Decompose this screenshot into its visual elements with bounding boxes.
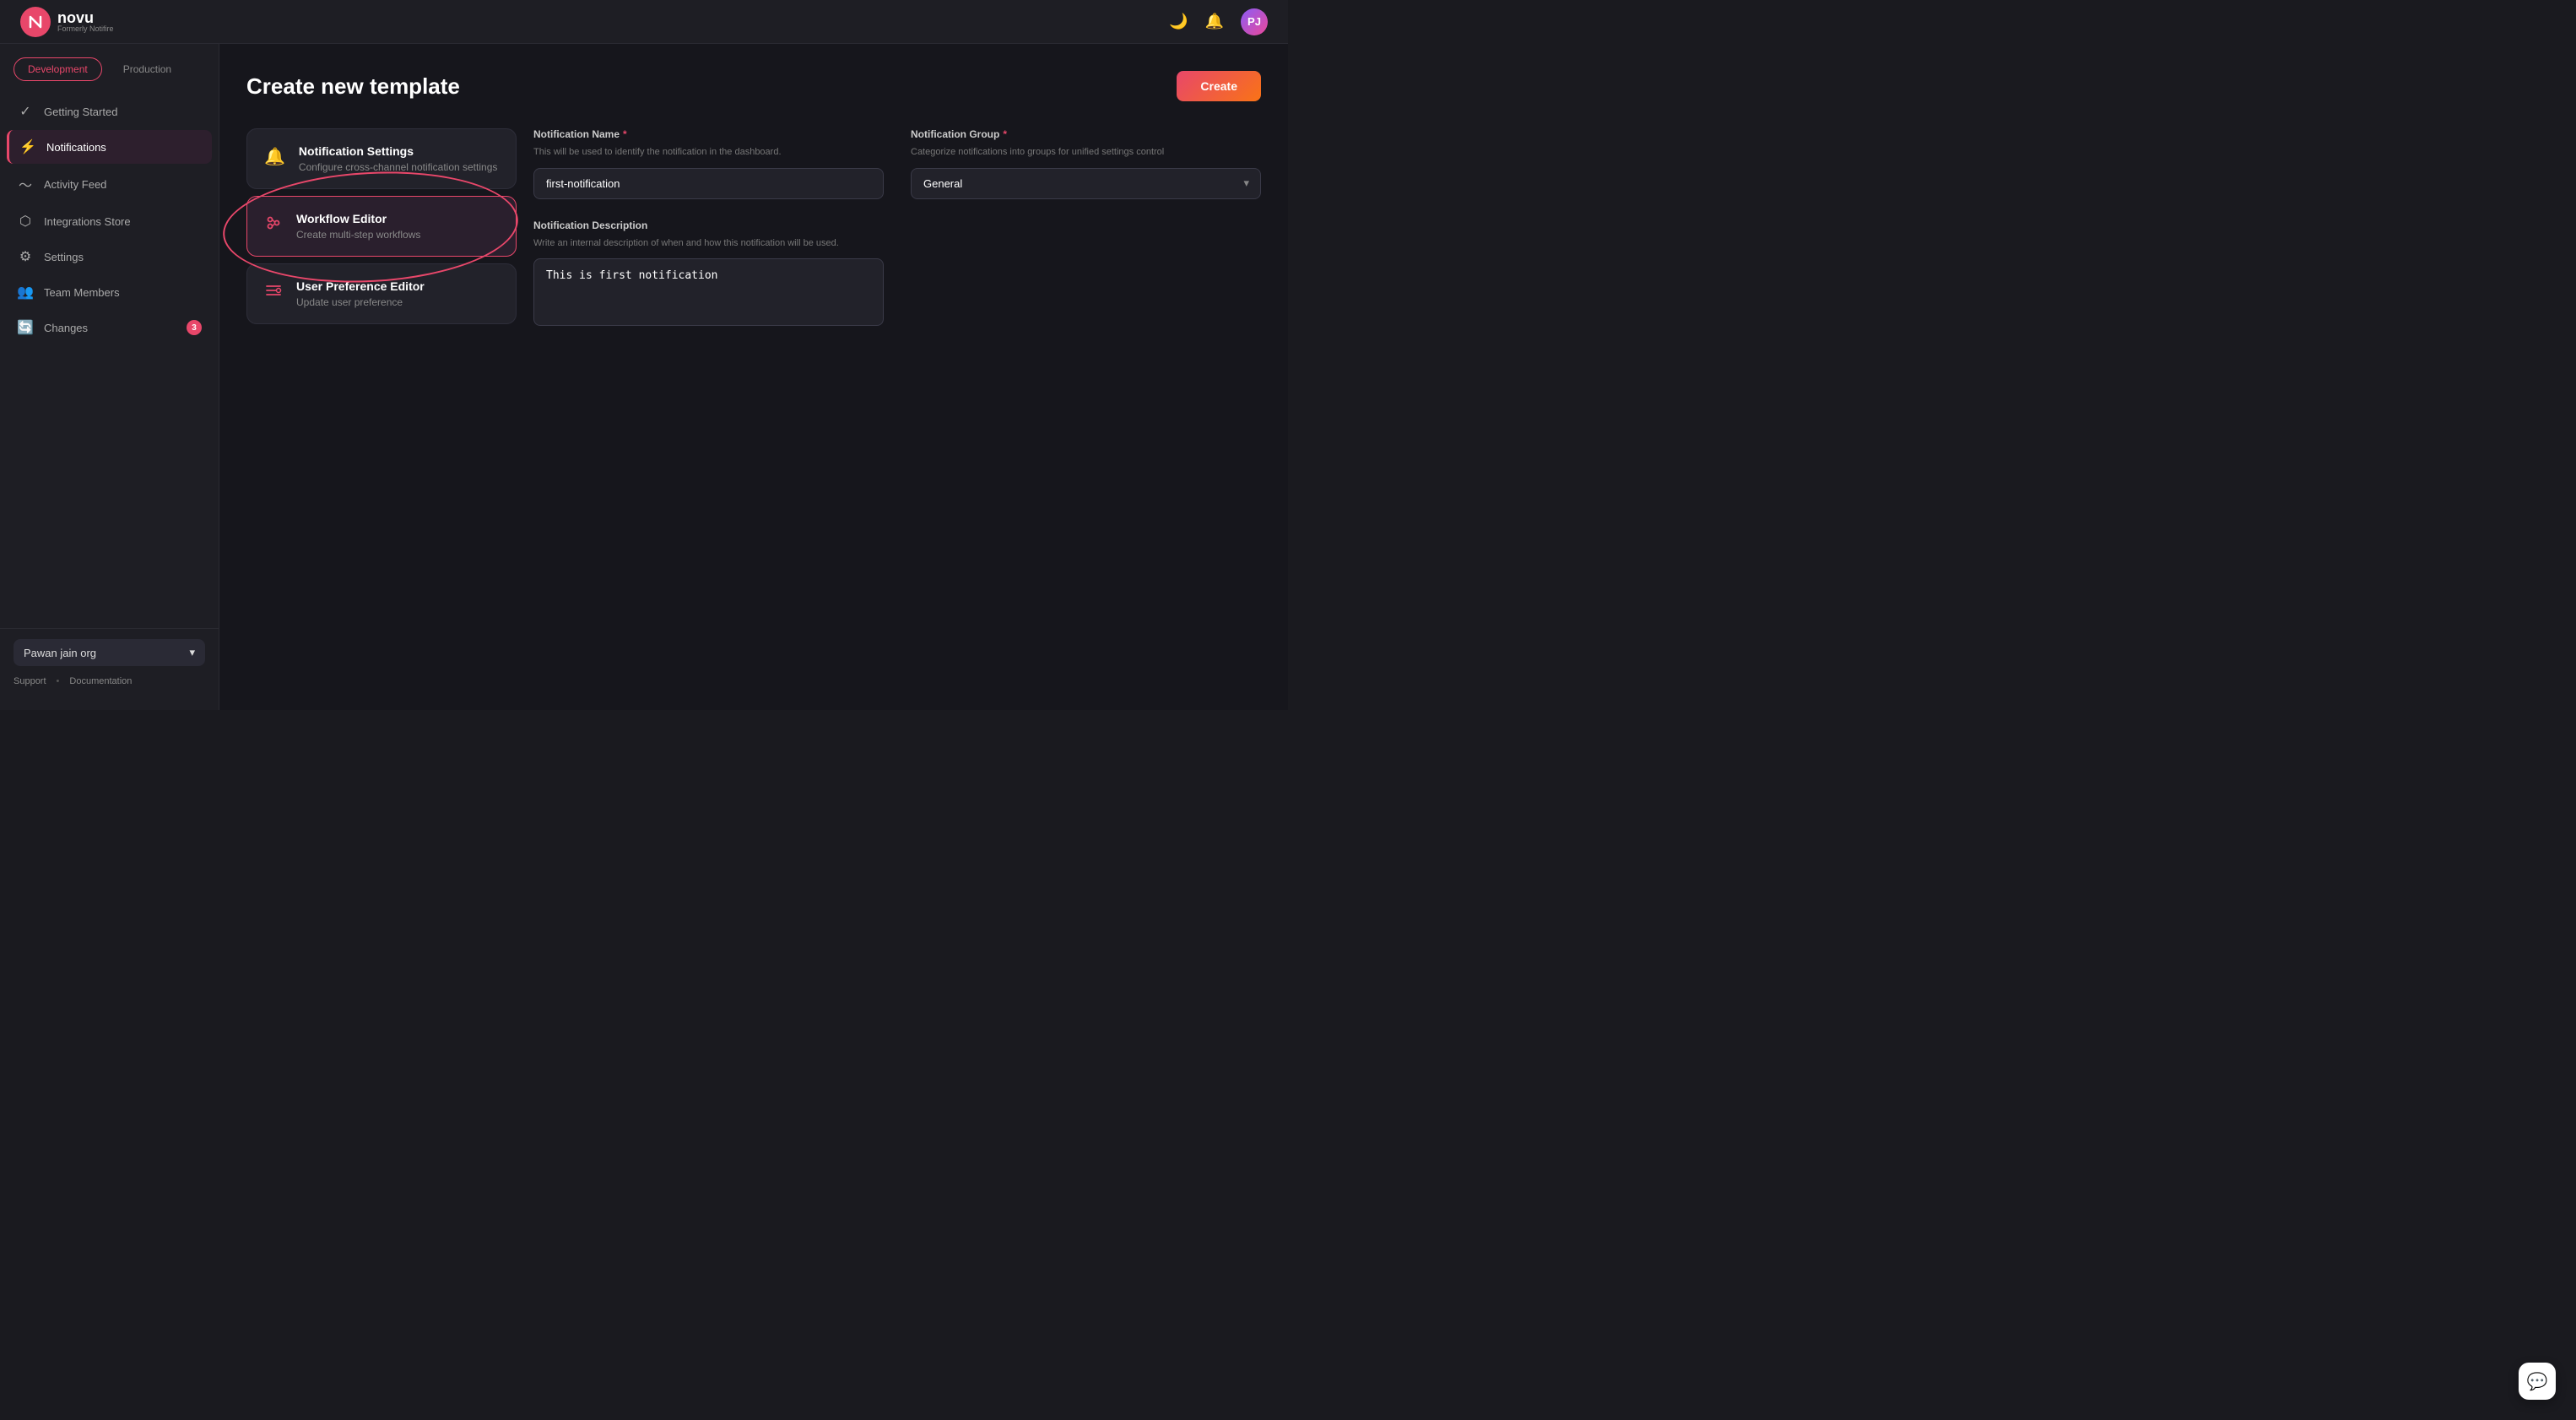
- user-preference-card[interactable]: User Preference Editor Update user prefe…: [246, 263, 517, 324]
- form-right-section: Notification Group * Categorize notifica…: [911, 128, 1261, 328]
- topnav-right: 🌙 🔔 PJ: [1169, 8, 1268, 35]
- page-title: Create new template: [246, 73, 460, 100]
- workflow-editor-card-icon: [264, 214, 283, 237]
- sidebar: Development Production ✓ Getting Started…: [0, 44, 219, 710]
- notification-settings-title: Notification Settings: [299, 144, 497, 158]
- workflow-editor-desc: Create multi-step workflows: [296, 229, 420, 241]
- workflow-editor-card-text: Workflow Editor Create multi-step workfl…: [296, 212, 420, 241]
- sidebar-links: Support • Documentation: [14, 676, 205, 686]
- notification-group-select[interactable]: General Admin Marketing Transactional: [911, 168, 1261, 199]
- settings-icon: ⚙: [17, 248, 34, 265]
- notifications-icon: ⚡: [19, 138, 36, 155]
- user-preference-card-icon: [264, 281, 283, 305]
- logo-subtitle: Formerly Notifire: [57, 25, 114, 33]
- sidebar-item-label: Activity Feed: [44, 178, 106, 191]
- getting-started-icon: ✓: [17, 103, 34, 120]
- notification-name-helper: This will be used to identify the notifi…: [533, 145, 884, 160]
- sidebar-item-team-members[interactable]: 👥 Team Members: [7, 275, 212, 309]
- integrations-icon: ⬡: [17, 213, 34, 230]
- group-required-indicator: *: [1003, 128, 1007, 140]
- sidebar-item-settings[interactable]: ⚙ Settings: [7, 240, 212, 274]
- user-preference-title: User Preference Editor: [296, 279, 425, 293]
- logo-name: novu: [57, 10, 114, 25]
- notification-group-select-wrapper: General Admin Marketing Transactional ▾: [911, 168, 1261, 199]
- sidebar-item-label: Changes: [44, 322, 88, 334]
- notification-group-helper: Categorize notifications into groups for…: [911, 145, 1261, 160]
- notification-settings-desc: Configure cross-channel notification set…: [299, 161, 497, 173]
- template-form: Notification Name * This will be used to…: [533, 128, 1261, 328]
- sidebar-item-label: Getting Started: [44, 106, 117, 118]
- notification-bell-icon[interactable]: 🔔: [1205, 13, 1224, 30]
- notification-name-input[interactable]: [533, 168, 884, 199]
- sidebar-navigation: ✓ Getting Started ⚡ Notifications 〜 Acti…: [0, 95, 219, 628]
- support-link[interactable]: Support: [14, 676, 46, 686]
- sidebar-item-notifications[interactable]: ⚡ Notifications: [7, 130, 212, 164]
- workflow-editor-card[interactable]: Workflow Editor Create multi-step workfl…: [246, 196, 517, 257]
- main-content: Create new template Create 🔔 Notificatio…: [219, 44, 1288, 710]
- sidebar-item-activity-feed[interactable]: 〜 Activity Feed: [7, 165, 212, 203]
- notification-group-label: Notification Group *: [911, 128, 1261, 140]
- link-separator: •: [57, 676, 60, 686]
- template-grid: 🔔 Notification Settings Configure cross-…: [246, 128, 1261, 328]
- env-switcher: Development Production: [0, 57, 219, 95]
- notification-settings-card-icon: 🔔: [264, 146, 285, 167]
- changes-icon: 🔄: [17, 319, 34, 336]
- notification-description-helper: Write an internal description of when an…: [533, 236, 884, 251]
- activity-feed-icon: 〜: [17, 174, 34, 194]
- development-env-button[interactable]: Development: [14, 57, 102, 81]
- user-preference-desc: Update user preference: [296, 296, 425, 308]
- org-selector[interactable]: Pawan jain org ▾: [14, 639, 205, 666]
- logo[interactable]: novu Formerly Notifire: [20, 7, 114, 37]
- team-members-icon: 👥: [17, 284, 34, 301]
- sidebar-item-label: Team Members: [44, 286, 120, 299]
- sidebar-bottom: Pawan jain org ▾ Support • Documentation: [0, 628, 219, 696]
- production-env-button[interactable]: Production: [109, 57, 186, 81]
- org-dropdown-icon: ▾: [189, 646, 195, 659]
- notification-settings-card-text: Notification Settings Configure cross-ch…: [299, 144, 497, 173]
- user-preference-card-text: User Preference Editor Update user prefe…: [296, 279, 425, 308]
- required-indicator: *: [623, 128, 627, 140]
- org-name: Pawan jain org: [24, 647, 96, 659]
- notification-description-textarea[interactable]: This is first notification: [533, 258, 884, 326]
- notification-name-label: Notification Name *: [533, 128, 884, 140]
- chat-support-bubble[interactable]: 💬: [2519, 1363, 2556, 1400]
- sidebar-item-label: Settings: [44, 251, 84, 263]
- workflow-editor-title: Workflow Editor: [296, 212, 420, 225]
- create-button[interactable]: Create: [1177, 71, 1261, 101]
- dark-mode-icon[interactable]: 🌙: [1169, 13, 1188, 30]
- form-left-section: Notification Name * This will be used to…: [533, 128, 884, 328]
- notification-settings-card[interactable]: 🔔 Notification Settings Configure cross-…: [246, 128, 517, 189]
- sidebar-item-integrations-store[interactable]: ⬡ Integrations Store: [7, 204, 212, 238]
- user-avatar[interactable]: PJ: [1241, 8, 1268, 35]
- sidebar-item-label: Integrations Store: [44, 215, 131, 228]
- page-header: Create new template Create: [246, 71, 1261, 101]
- sidebar-item-getting-started[interactable]: ✓ Getting Started: [7, 95, 212, 128]
- documentation-link[interactable]: Documentation: [69, 676, 132, 686]
- sidebar-item-label: Notifications: [46, 141, 106, 154]
- top-navbar: novu Formerly Notifire 🌙 🔔 PJ: [0, 0, 1288, 44]
- notification-description-label: Notification Description: [533, 220, 884, 231]
- changes-badge: 3: [187, 320, 202, 335]
- template-options-panel: 🔔 Notification Settings Configure cross-…: [246, 128, 517, 324]
- sidebar-item-changes[interactable]: 🔄 Changes 3: [7, 311, 212, 344]
